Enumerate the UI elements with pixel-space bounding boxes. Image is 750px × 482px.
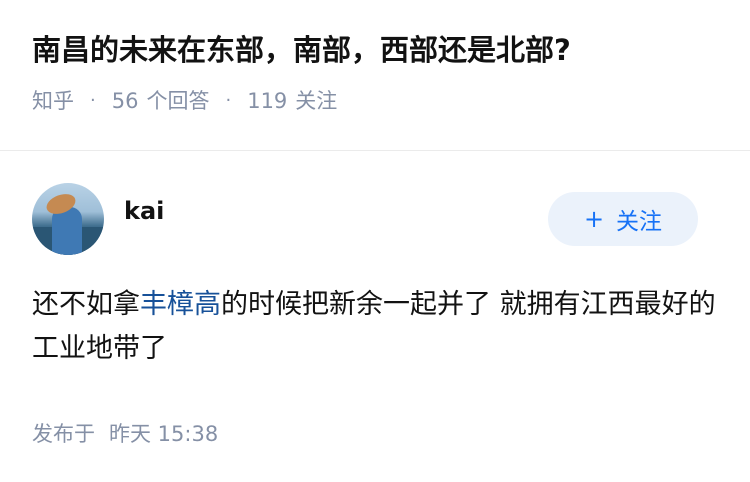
question-title[interactable]: 南昌的未来在东部，南部，西部还是北部? [32, 30, 730, 70]
followers-count: 119 [247, 89, 288, 113]
plus-icon: + [583, 205, 605, 233]
separator-dot: · [90, 90, 96, 111]
follow-button[interactable]: + 关注 [548, 192, 698, 246]
answer-content: 还不如拿丰樟高的时候把新余一起并了 就拥有江西最好的工业地带了 [32, 283, 720, 371]
separator-dot: · [225, 90, 232, 111]
content-text: 还不如拿 [32, 289, 140, 320]
publish-time-value: 昨天 15:38 [109, 422, 219, 446]
publish-time: 发布于 昨天 15:38 [32, 418, 218, 448]
answers-count: 56 [111, 89, 139, 113]
question-header: 南昌的未来在东部，南部，西部还是北部? 知乎 · 56 个回答 · 119 关注 [32, 30, 730, 114]
followers-label: 关注 [295, 89, 338, 113]
author-info: kai [32, 183, 164, 255]
question-meta: 知乎 · 56 个回答 · 119 关注 [32, 88, 730, 114]
source-label[interactable]: 知乎 [32, 88, 74, 114]
publish-label: 发布于 [32, 422, 95, 446]
follow-button-label: 关注 [616, 209, 663, 235]
divider [0, 150, 750, 151]
author-name[interactable]: kai [124, 197, 164, 225]
avatar[interactable] [32, 183, 104, 255]
answers-label: 个回答 [146, 89, 210, 113]
content-link[interactable]: 丰樟高 [140, 289, 221, 320]
